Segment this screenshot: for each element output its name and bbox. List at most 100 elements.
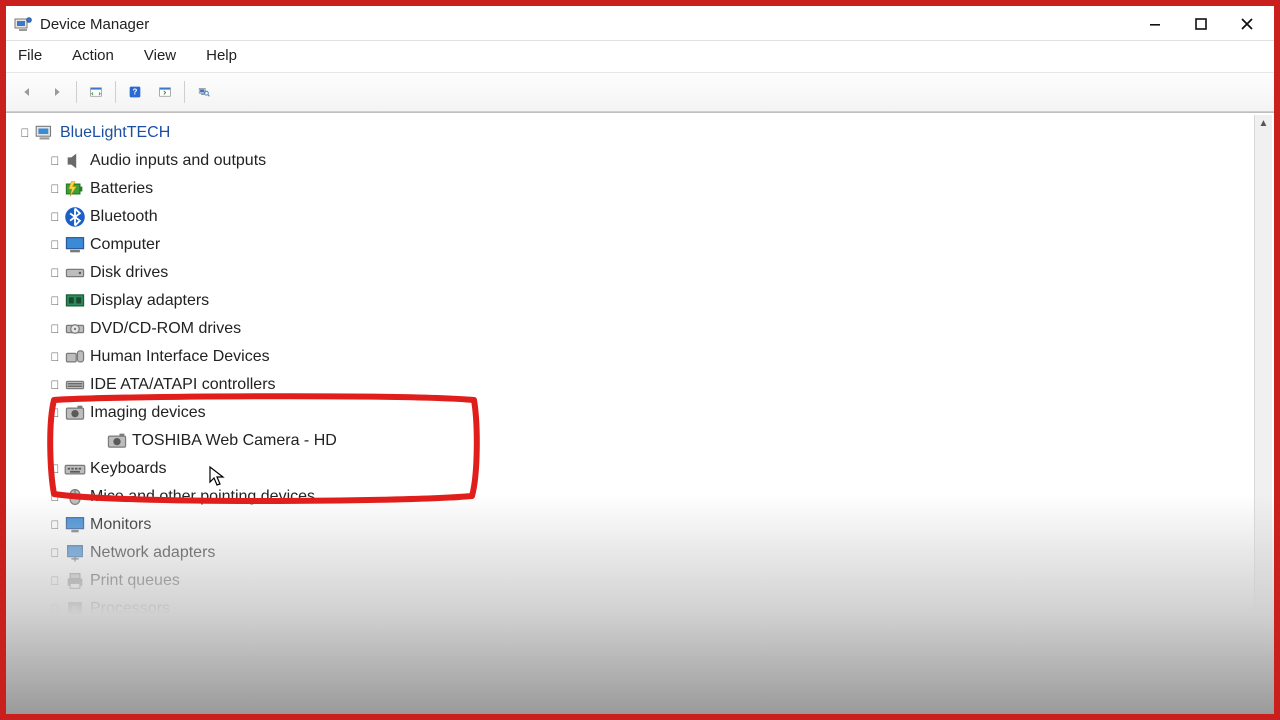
ide-icon [64,375,86,395]
expand-icon[interactable]:  [48,154,62,168]
tree-item-print-queues[interactable]:  Print queues [14,567,1270,595]
root-label: BlueLightTECH [60,124,170,142]
tree-item-audio[interactable]:  Audio inputs and outputs [14,147,1270,175]
scan-hardware-button[interactable] [191,79,217,105]
tree-item-label: Human Interface Devices [90,348,270,366]
monitor-icon [64,515,86,535]
expand-icon[interactable]:  [48,322,62,336]
menu-help[interactable]: Help [204,45,251,66]
cpu-icon [64,599,86,619]
tree-item-webcam[interactable]:  TOSHIBA Web Camera - HD [14,427,1270,455]
mouse-icon [64,487,86,507]
tree-item-label: Computer [90,236,160,254]
menu-view[interactable]: View [142,45,190,66]
tree-item-processors[interactable]:  Processors [14,595,1270,623]
action-pane-button[interactable] [152,79,178,105]
expand-icon[interactable]:  [48,546,62,560]
app-icon [14,15,32,33]
expand-icon[interactable]:  [48,266,62,280]
sound-icon [64,655,86,675]
tree-item-label: Mice and other pointing devices [90,488,315,506]
expand-icon[interactable]:  [48,602,62,616]
tree-item-label: Keyboards [90,460,167,478]
tree-item-label: IDE ATA/ATAPI controllers [90,376,276,394]
tree-item-ide[interactable]:  IDE ATA/ATAPI controllers [14,371,1270,399]
help-button[interactable]: ? [122,79,148,105]
keyboard-icon [64,459,86,479]
device-tree[interactable]:  BlueLightTECH  Audio inputs and outpu… [6,113,1274,683]
tree-item-keyboards[interactable]:  Keyboards [14,455,1270,483]
tree-item-display-adapters[interactable]:  Display adapters [14,287,1270,315]
tree-item-batteries[interactable]:  Batteries [14,175,1270,203]
expand-icon[interactable]:  [48,462,62,476]
software-icon [64,627,86,647]
back-button[interactable] [14,79,40,105]
expand-icon[interactable]:  [18,126,32,140]
tree-item-label: DVD/CD-ROM drives [90,320,241,338]
maximize-button[interactable] [1178,9,1224,39]
tree-item-label: Sound, video and game controllers [90,656,337,674]
toolbar-separator [76,81,77,103]
minimize-button[interactable] [1132,9,1178,39]
forward-button[interactable] [44,79,70,105]
tree-item-optical[interactable]:  DVD/CD-ROM drives [14,315,1270,343]
toolbar-separator [184,81,185,103]
collapse-icon[interactable]:  [48,406,62,420]
tree-item-label: TOSHIBA Web Camera - HD [132,432,337,450]
tree-item-label: Bluetooth [90,208,158,226]
computer-icon [64,235,86,255]
battery-icon [64,179,86,199]
expand-icon[interactable]:  [48,658,62,672]
disk-icon [64,263,86,283]
expand-icon[interactable]:  [48,238,62,252]
tree-item-label: Imaging devices [90,404,206,422]
tree-item-label: Print queues [90,572,180,590]
tree-item-hid[interactable]:  Human Interface Devices [14,343,1270,371]
window-title: Device Manager [40,16,149,33]
tree-item-imaging[interactable]:  Imaging devices [14,399,1270,427]
expand-icon[interactable]:  [48,518,62,532]
expand-icon[interactable]:  [48,350,62,364]
tree-item-computer[interactable]:  Computer [14,231,1270,259]
expand-icon[interactable]:  [48,210,62,224]
hid-icon [64,347,86,367]
expand-icon[interactable]:  [48,294,62,308]
camera-icon [106,431,128,451]
tree-item-bluetooth[interactable]:  Bluetooth [14,203,1270,231]
toolbar-separator [115,81,116,103]
computer-icon [34,123,56,143]
tree-item-mice[interactable]:  Mice and other pointing devices [14,483,1270,511]
display-adapter-icon [64,291,86,311]
tree-item-label: Batteries [90,180,153,198]
expand-icon[interactable]:  [48,182,62,196]
tree-item-monitors[interactable]:  Monitors [14,511,1270,539]
tree-item-label: Display adapters [90,292,209,310]
tree-item-sound[interactable]:  Sound, video and game controllers [14,651,1270,679]
tree-root[interactable]:  BlueLightTECH [14,119,1270,147]
printer-icon [64,571,86,591]
device-tree-pane:  BlueLightTECH  Audio inputs and outpu… [6,112,1274,714]
speaker-icon [64,151,86,171]
tree-item-disks[interactable]:  Disk drives [14,259,1270,287]
expand-icon[interactable]:  [48,378,62,392]
tree-item-label: Software devices [90,628,212,646]
tree-item-label: Audio inputs and outputs [90,152,266,170]
menu-file[interactable]: File [16,45,56,66]
tree-item-label: Monitors [90,516,151,534]
close-button[interactable] [1224,9,1270,39]
svg-text:?: ? [133,88,138,97]
show-hide-tree-button[interactable] [83,79,109,105]
menubar: File Action View Help [6,41,1274,72]
tree-item-software[interactable]:  Software devices [14,623,1270,651]
tree-item-label: Network adapters [90,544,215,562]
vertical-scrollbar[interactable]: ▲ [1254,115,1272,712]
expand-icon[interactable]:  [48,630,62,644]
expand-icon[interactable]:  [48,574,62,588]
scroll-up-arrow[interactable]: ▲ [1255,115,1272,132]
camera-icon [64,403,86,423]
titlebar: Device Manager [6,6,1274,41]
menu-action[interactable]: Action [70,45,128,66]
optical-drive-icon [64,319,86,339]
expand-icon[interactable]:  [48,490,62,504]
tree-item-network[interactable]:  Network adapters [14,539,1270,567]
